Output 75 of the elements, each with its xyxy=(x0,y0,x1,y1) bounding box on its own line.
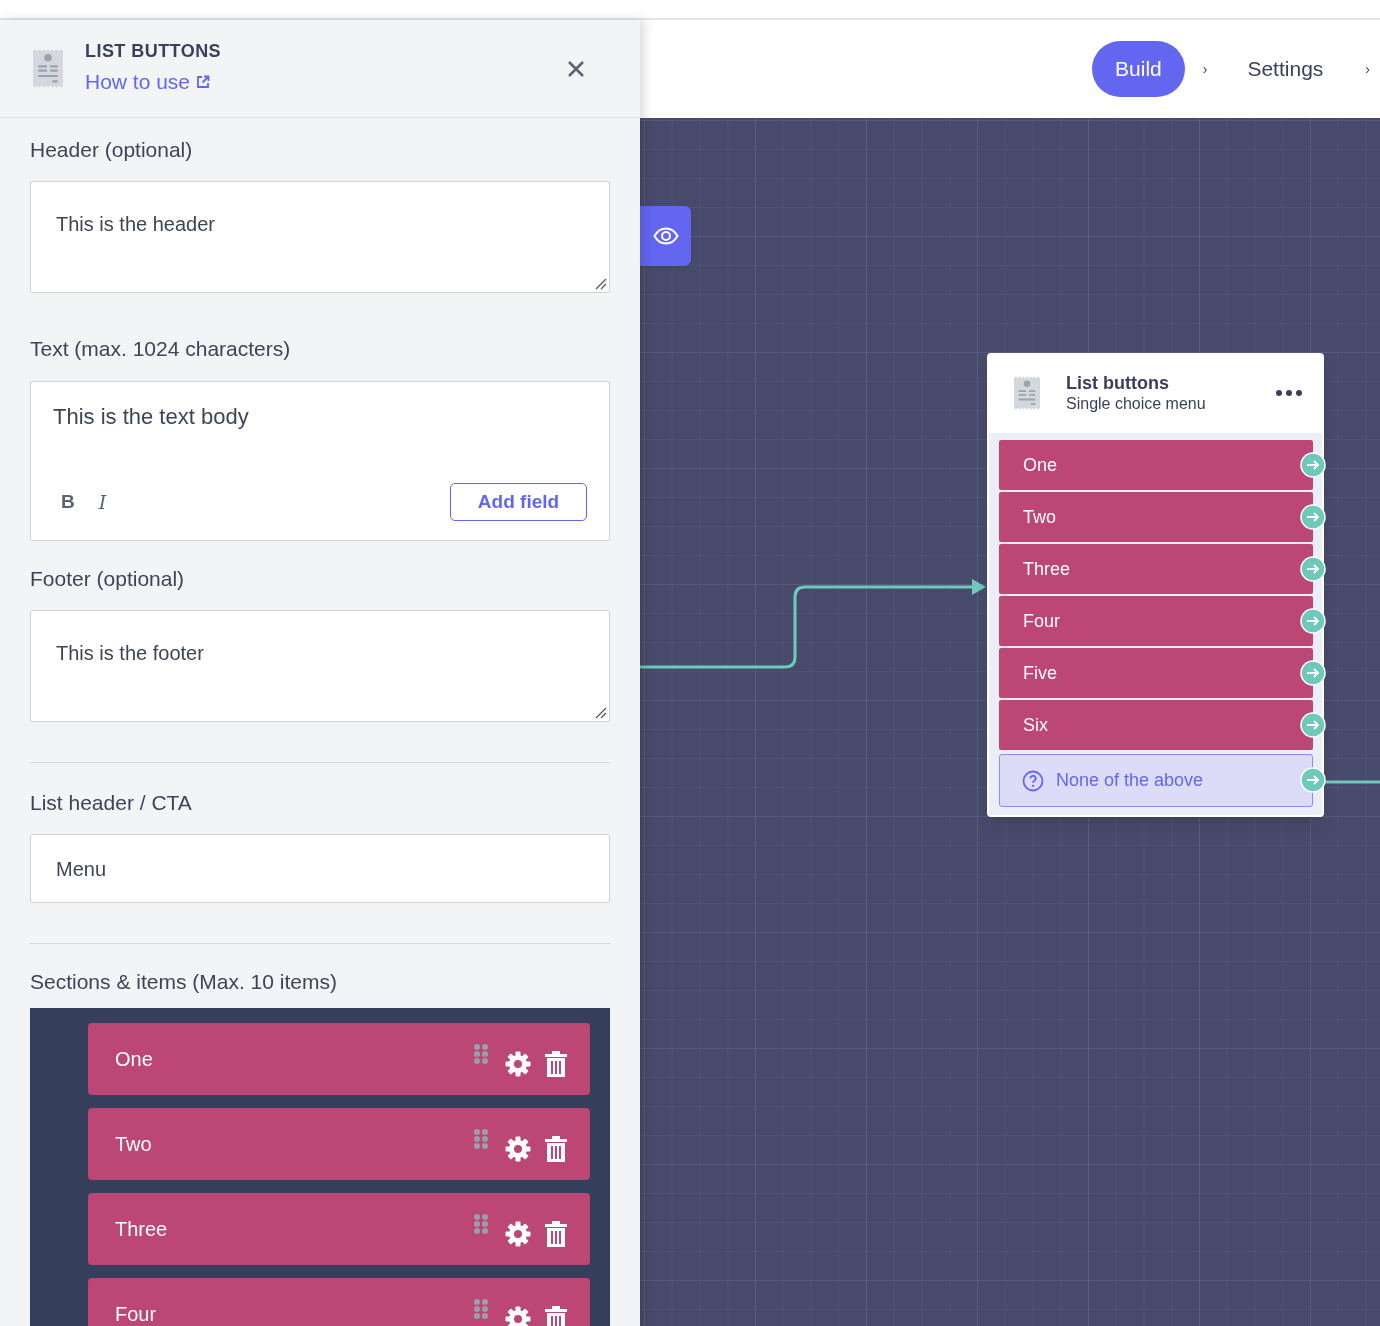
field-label: Footer (optional) xyxy=(30,566,186,592)
trash-icon[interactable] xyxy=(544,1305,568,1326)
flow-node[interactable]: List buttons Single choice menu One Two Three Four Five Six None of the above xyxy=(987,353,1324,817)
close-icon xyxy=(567,59,585,78)
text-area[interactable]: This is the footer xyxy=(30,609,610,722)
chevron-icon: › xyxy=(1365,58,1370,80)
drag-handle-icon[interactable] xyxy=(473,1127,489,1150)
field-value: This is the footer xyxy=(56,641,204,664)
preview-button[interactable] xyxy=(640,206,691,266)
settings-icon[interactable] xyxy=(505,1050,531,1077)
option-label: None of the above xyxy=(1056,769,1204,792)
node-option[interactable]: Five xyxy=(999,648,1313,698)
option-label: One xyxy=(1023,453,1058,477)
output-handle-icon[interactable] xyxy=(1300,608,1326,634)
drag-handle-icon[interactable] xyxy=(473,1297,489,1320)
node-title: List buttons xyxy=(1066,371,1170,395)
settings-icon[interactable] xyxy=(505,1305,531,1326)
option-label: Five xyxy=(1023,661,1057,685)
node-option[interactable]: Six xyxy=(999,700,1313,750)
option-label: Two xyxy=(1023,505,1056,529)
bold-button[interactable]: B xyxy=(61,487,75,517)
settings-icon[interactable] xyxy=(505,1220,531,1247)
input-field[interactable]: Menu xyxy=(30,834,610,903)
panel-title: LIST BUTTONS xyxy=(85,39,223,62)
output-handle-icon[interactable] xyxy=(1300,452,1326,478)
field-value: This is the header xyxy=(56,212,215,235)
output-handle-icon[interactable] xyxy=(1300,766,1326,793)
field-label: Text (max. 1024 characters) xyxy=(30,335,292,362)
more-icon[interactable] xyxy=(1276,390,1302,396)
output-handle-icon[interactable] xyxy=(1300,712,1326,738)
field-label: List header / CTA xyxy=(30,789,193,816)
trash-icon[interactable] xyxy=(544,1050,568,1077)
connector-line xyxy=(1324,780,1380,784)
node-option[interactable]: Three xyxy=(999,544,1313,594)
text-editor[interactable]: This is the text body B I Add field xyxy=(30,381,610,541)
document-icon xyxy=(33,49,63,88)
node-option[interactable]: Four xyxy=(999,596,1313,646)
item-label: Four xyxy=(115,1301,158,1326)
drag-handle-icon[interactable] xyxy=(473,1212,489,1235)
item-label: One xyxy=(115,1046,154,1072)
help-link[interactable]: How to use xyxy=(85,66,211,98)
output-handle-icon[interactable] xyxy=(1300,504,1326,530)
add-field-button[interactable]: Add field xyxy=(450,483,587,521)
nav-tab[interactable]: Settings xyxy=(1243,41,1328,97)
trash-icon[interactable] xyxy=(544,1135,568,1162)
node-option[interactable]: Two xyxy=(999,492,1313,542)
document-icon xyxy=(1014,376,1040,410)
option-label: Three xyxy=(1023,557,1071,581)
output-handle-icon[interactable] xyxy=(1300,660,1326,686)
chevron-icon: › xyxy=(1202,58,1208,80)
section-item[interactable]: Two xyxy=(88,1107,590,1180)
item-label: Three xyxy=(115,1216,169,1242)
section-item[interactable]: Three xyxy=(88,1192,590,1265)
help-icon xyxy=(1022,769,1044,792)
option-label: Six xyxy=(1023,713,1048,737)
node-subtitle: Single choice menu xyxy=(1066,394,1207,415)
field-value: This is the text body xyxy=(53,403,250,431)
settings-icon[interactable] xyxy=(505,1135,531,1162)
field-label: Sections & items (Max. 10 items) xyxy=(30,969,338,995)
section-item[interactable]: One xyxy=(88,1022,590,1095)
external-link-icon xyxy=(196,74,211,89)
item-label: Two xyxy=(115,1131,153,1157)
field-value: Menu xyxy=(56,856,107,882)
italic-button[interactable]: I xyxy=(98,487,107,517)
text-area[interactable]: This is the header xyxy=(30,180,610,293)
field-label: Header (optional) xyxy=(30,137,194,163)
option-label: Four xyxy=(1023,609,1060,633)
fallback-option[interactable]: None of the above xyxy=(999,754,1313,807)
trash-icon[interactable] xyxy=(544,1220,568,1247)
section-item[interactable]: Four xyxy=(88,1277,590,1326)
node-option[interactable]: One xyxy=(999,440,1313,490)
nav-tab[interactable]: Build xyxy=(1092,41,1185,97)
output-handle-icon[interactable] xyxy=(1300,556,1326,582)
drag-handle-icon[interactable] xyxy=(473,1042,489,1065)
eye-icon xyxy=(652,227,679,245)
